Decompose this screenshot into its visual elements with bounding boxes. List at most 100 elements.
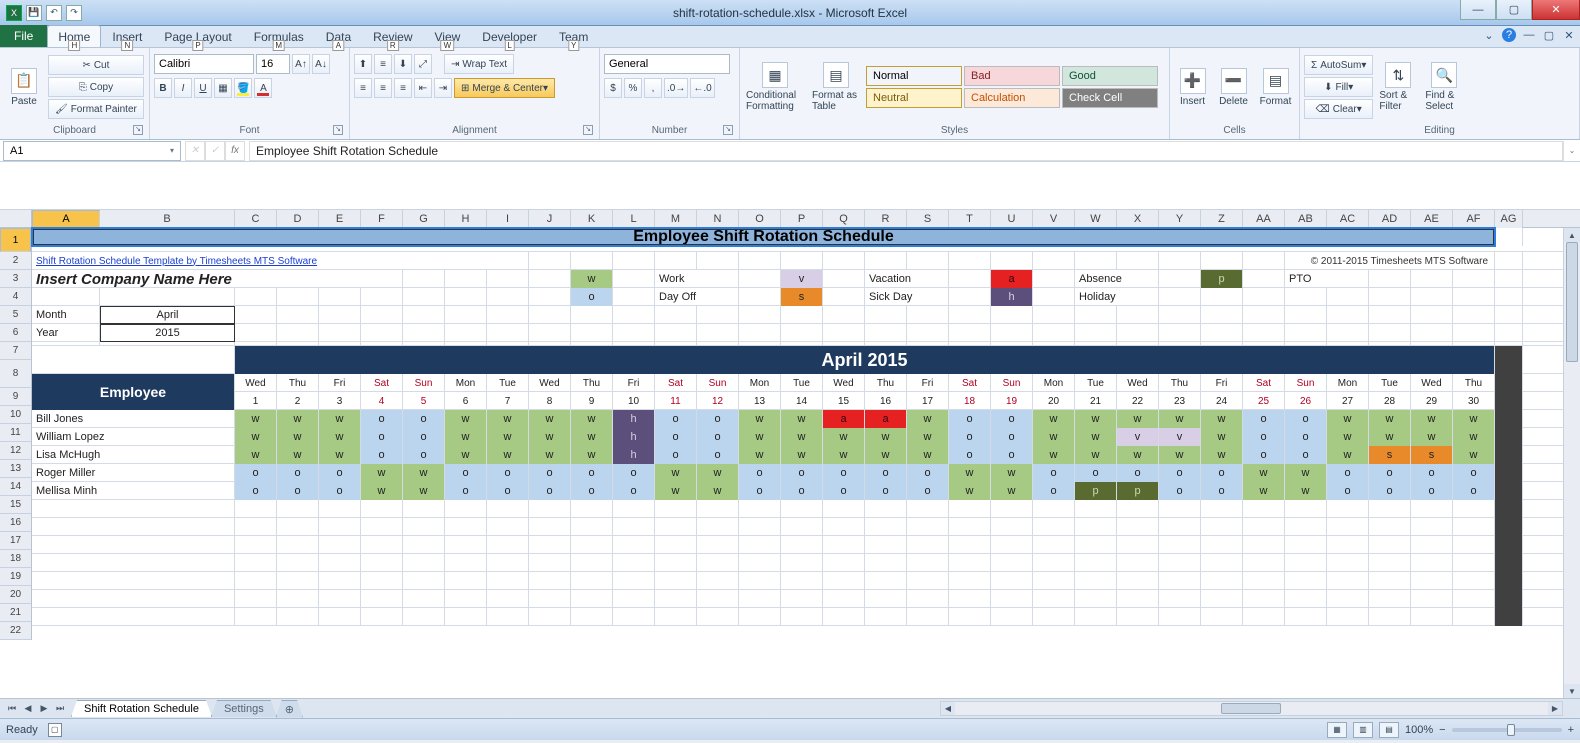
shift-cell[interactable]: w [1243,464,1285,482]
cell[interactable] [1159,608,1201,626]
page-break-view-icon[interactable]: ▤ [1379,722,1399,738]
column-header[interactable]: AE [1411,210,1453,228]
column-header[interactable]: T [949,210,991,228]
percent-icon[interactable]: % [624,78,642,98]
cell[interactable] [361,608,403,626]
cell[interactable] [1243,518,1285,536]
shift-cell[interactable]: o [235,482,277,500]
cell[interactable] [319,324,361,342]
worksheet-grid[interactable]: ABCDEFGHIJKLMNOPQRSTUVWXYZAAABACADAEAFAG… [0,210,1580,698]
paste-button[interactable]: 📋Paste [4,66,44,109]
workbook-restore-icon[interactable]: ▢ [1542,28,1556,42]
shift-cell[interactable]: w [1159,410,1201,428]
cell[interactable] [277,554,319,572]
cell[interactable] [739,270,781,288]
cell[interactable] [403,288,445,306]
cell[interactable] [487,270,529,288]
cell[interactable] [1075,306,1117,324]
cell[interactable] [1285,306,1327,324]
expand-formula-bar-icon[interactable]: ⌄ [1563,141,1580,161]
shift-cell[interactable]: w [1117,410,1159,428]
cell[interactable] [403,500,445,518]
cell[interactable] [319,608,361,626]
cell[interactable] [1159,252,1201,270]
shift-cell[interactable]: o [1243,410,1285,428]
cell[interactable] [1411,500,1453,518]
cell[interactable] [1495,536,1523,554]
cell[interactable] [571,324,613,342]
cell[interactable] [739,536,781,554]
day-number[interactable]: 26 [1285,392,1327,410]
shift-cell[interactable]: o [1411,464,1453,482]
cell[interactable] [1369,270,1411,288]
column-header[interactable]: J [529,210,571,228]
cell[interactable] [613,608,655,626]
cell[interactable] [949,288,991,306]
row-header[interactable]: 13 [0,460,31,478]
cell[interactable] [865,608,907,626]
row-header[interactable]: 18 [0,550,31,568]
font-launcher-icon[interactable]: ↘ [333,125,343,135]
cell[interactable] [613,306,655,324]
shift-cell[interactable]: o [991,446,1033,464]
cell[interactable] [1369,306,1411,324]
merged-cell[interactable] [32,554,235,572]
increase-indent-icon[interactable]: ⇥ [434,78,452,98]
format-painter-button[interactable]: 🖌 Format Painter [48,99,144,119]
cell[interactable] [1369,590,1411,608]
cell[interactable] [1495,518,1523,536]
style-calculation[interactable]: Calculation [964,88,1060,108]
alignment-launcher-icon[interactable]: ↘ [583,125,593,135]
day-of-week[interactable]: Sat [949,374,991,392]
cell[interactable] [1243,288,1285,306]
cell[interactable] [949,590,991,608]
cell[interactable] [823,324,865,342]
bold-button[interactable]: B [154,78,172,98]
conditional-formatting-button[interactable]: ▦Conditional Formatting [744,60,806,114]
sheet-next-icon[interactable]: ▶ [36,701,52,717]
ribbon-tab-review[interactable]: ReviewR [362,25,423,47]
row-header[interactable]: 2 [0,252,31,270]
cell[interactable] [1075,572,1117,590]
cell[interactable] [1033,536,1075,554]
cell[interactable] [571,608,613,626]
cell[interactable] [1117,324,1159,342]
cell[interactable] [1327,306,1369,324]
cell[interactable] [1117,554,1159,572]
ribbon-tab-team[interactable]: TeamY [548,25,599,47]
shift-cell[interactable]: w [319,410,361,428]
column-header[interactable]: AC [1327,210,1369,228]
shift-cell[interactable]: w [1201,446,1243,464]
cell[interactable] [697,518,739,536]
help-icon[interactable]: ? [1502,28,1516,42]
cell[interactable] [1159,572,1201,590]
shift-cell[interactable]: o [1453,482,1495,500]
cell[interactable] [487,288,529,306]
shift-cell[interactable]: o [403,410,445,428]
day-of-week[interactable]: Wed [529,374,571,392]
column-header[interactable]: W [1075,210,1117,228]
ribbon-tab-page-layout[interactable]: Page LayoutP [153,25,242,47]
find-select-button[interactable]: 🔍Find & Select [1423,60,1465,114]
cell[interactable] [1285,572,1327,590]
shift-cell[interactable]: h [613,410,655,428]
shift-cell[interactable]: o [1453,464,1495,482]
cell[interactable] [865,572,907,590]
shift-cell[interactable]: o [697,428,739,446]
cell[interactable] [487,324,529,342]
shift-cell[interactable]: w [823,446,865,464]
column-header[interactable]: Z [1201,210,1243,228]
cell[interactable] [487,608,529,626]
cell[interactable] [1453,572,1495,590]
scroll-left-icon[interactable]: ◀ [941,702,955,715]
shift-cell[interactable]: w [1327,428,1369,446]
shift-cell[interactable]: o [1327,482,1369,500]
cell[interactable] [1075,554,1117,572]
cell[interactable] [529,324,571,342]
shift-cell[interactable]: w [1117,446,1159,464]
shift-cell[interactable]: w [361,464,403,482]
legend-box-h[interactable]: h [991,288,1033,306]
cell[interactable] [781,324,823,342]
cell[interactable] [781,608,823,626]
align-bottom-icon[interactable]: ⬇ [394,54,412,74]
